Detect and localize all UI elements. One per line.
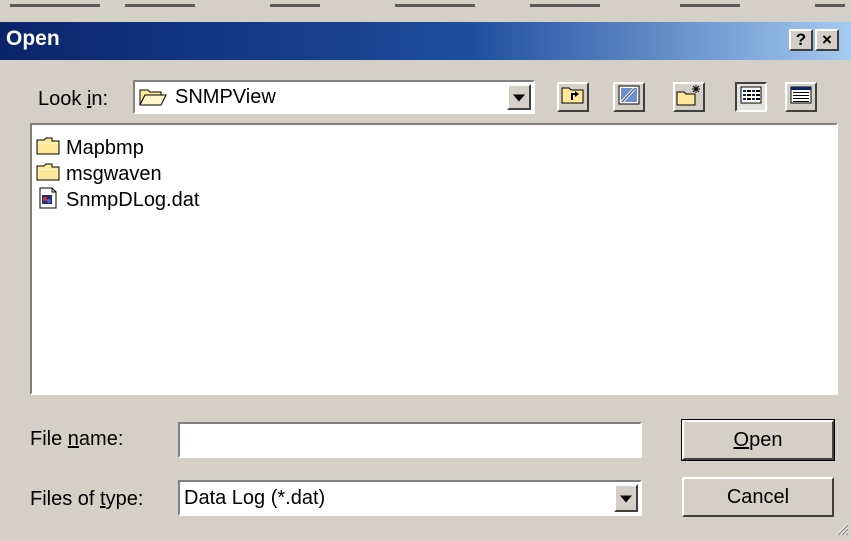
file-name: Mapbmp [66, 136, 144, 159]
up-one-level-icon [561, 85, 585, 110]
look-in-label: Look in: [38, 88, 109, 110]
file-type-label: Files of type: [30, 488, 144, 510]
cancel-button[interactable]: Cancel [682, 477, 834, 517]
file-type-dropdown-button[interactable] [614, 484, 638, 512]
look-in-combo[interactable]: SNMPView [133, 80, 535, 114]
background-window-strip [0, 0, 851, 23]
open-button[interactable]: Open [681, 419, 835, 461]
list-item[interactable]: Mapbmp [36, 135, 144, 161]
data-file-icon [36, 187, 60, 214]
list-view-button[interactable] [735, 82, 767, 112]
close-button[interactable]: × [815, 29, 839, 51]
file-name-label: File name: [30, 428, 124, 450]
desktop-icon [617, 84, 641, 111]
file-type-combo[interactable]: Data Log (*.dat) [178, 480, 642, 516]
file-name: msgwaven [66, 162, 162, 185]
up-one-level-button[interactable] [557, 82, 589, 112]
file-name-input[interactable] [178, 422, 642, 458]
file-name: SnmpDLog.dat [66, 188, 200, 211]
folder-icon [36, 162, 60, 187]
look-in-value: SNMPView [175, 86, 276, 108]
list-item[interactable]: SnmpDLog.dat [36, 187, 199, 213]
look-in-dropdown-button[interactable] [507, 84, 531, 110]
folder-open-icon [139, 87, 167, 112]
dialog-title: Open [6, 27, 60, 50]
help-button[interactable]: ? [789, 29, 813, 51]
file-list[interactable]: Mapbmp msgwaven SnmpDLog.dat [30, 123, 838, 395]
new-folder-button[interactable] [673, 82, 705, 112]
desktop-button[interactable] [613, 82, 645, 112]
list-view-icon [740, 86, 762, 109]
folder-icon [36, 136, 60, 161]
new-folder-icon [676, 84, 702, 111]
title-bar: Open ? × [0, 22, 851, 60]
details-view-button[interactable] [785, 82, 817, 112]
list-item[interactable]: msgwaven [36, 161, 162, 187]
details-view-icon [790, 86, 812, 109]
file-type-value: Data Log (*.dat) [184, 487, 326, 509]
resize-grip[interactable] [835, 522, 849, 536]
